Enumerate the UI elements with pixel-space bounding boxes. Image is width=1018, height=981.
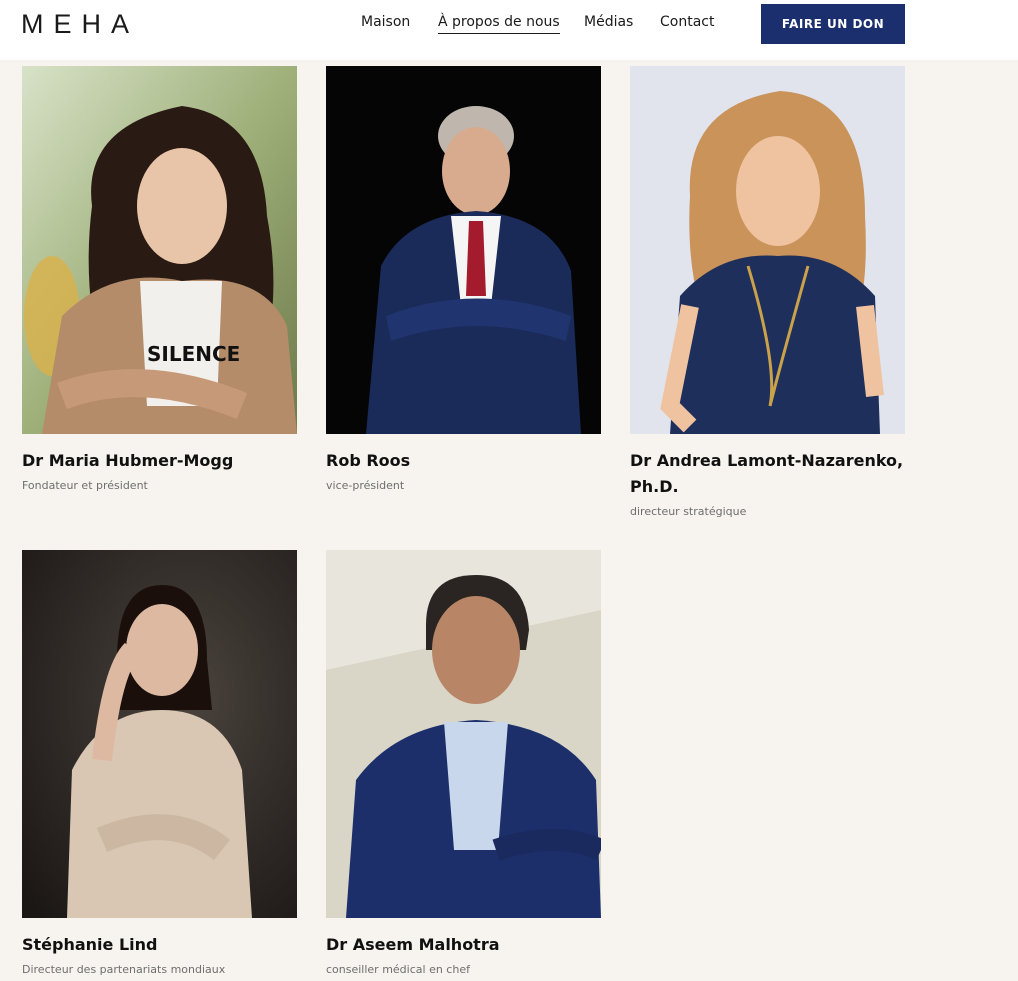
nav-item-contact[interactable]: Contact xyxy=(660,14,714,33)
member-name: Stéphanie Lind xyxy=(22,935,158,954)
member-name: Dr Maria Hubmer-Mogg xyxy=(22,451,234,470)
donate-button[interactable]: FAIRE UN DON xyxy=(761,4,905,44)
portrait-photo xyxy=(630,66,905,434)
member-role: Fondateur et président xyxy=(22,479,148,492)
portrait-photo xyxy=(326,550,601,918)
member-role: directeur stratégique xyxy=(630,505,747,518)
svg-text:SILENCE: SILENCE xyxy=(147,342,240,366)
nav-item-a-propos[interactable]: À propos de nous xyxy=(438,14,560,34)
member-role: Directeur des partenariats mondiaux xyxy=(22,963,226,976)
member-role: vice-président xyxy=(326,479,405,492)
team-card: Dr Andrea Lamont-Nazarenko, Ph.D. direct… xyxy=(630,66,905,518)
nav-item-medias[interactable]: Médias xyxy=(584,14,633,33)
team-card: Rob Roos vice-président xyxy=(326,66,601,492)
nav-item-maison[interactable]: Maison xyxy=(361,14,410,33)
team-card: Stéphanie Lind Directeur des partenariat… xyxy=(22,550,297,976)
member-name: Rob Roos xyxy=(326,451,411,470)
portrait-photo xyxy=(22,550,297,918)
member-name: Dr Aseem Malhotra xyxy=(326,935,500,954)
team-card: SILENCE Dr Maria Hubmer-Mogg Fondateur e… xyxy=(22,66,297,492)
member-role: conseiller médical en chef xyxy=(326,963,470,976)
team-card: Dr Aseem Malhotra conseiller médical en … xyxy=(326,550,601,976)
portrait-photo: SILENCE xyxy=(22,66,297,434)
member-name: Dr Andrea Lamont-Nazarenko, Ph.D. xyxy=(630,451,904,496)
portrait-photo xyxy=(326,66,601,434)
site-logo[interactable]: MEHA xyxy=(21,8,139,40)
site-header: MEHA Maison À propos de nous Médias Cont… xyxy=(0,0,1018,60)
